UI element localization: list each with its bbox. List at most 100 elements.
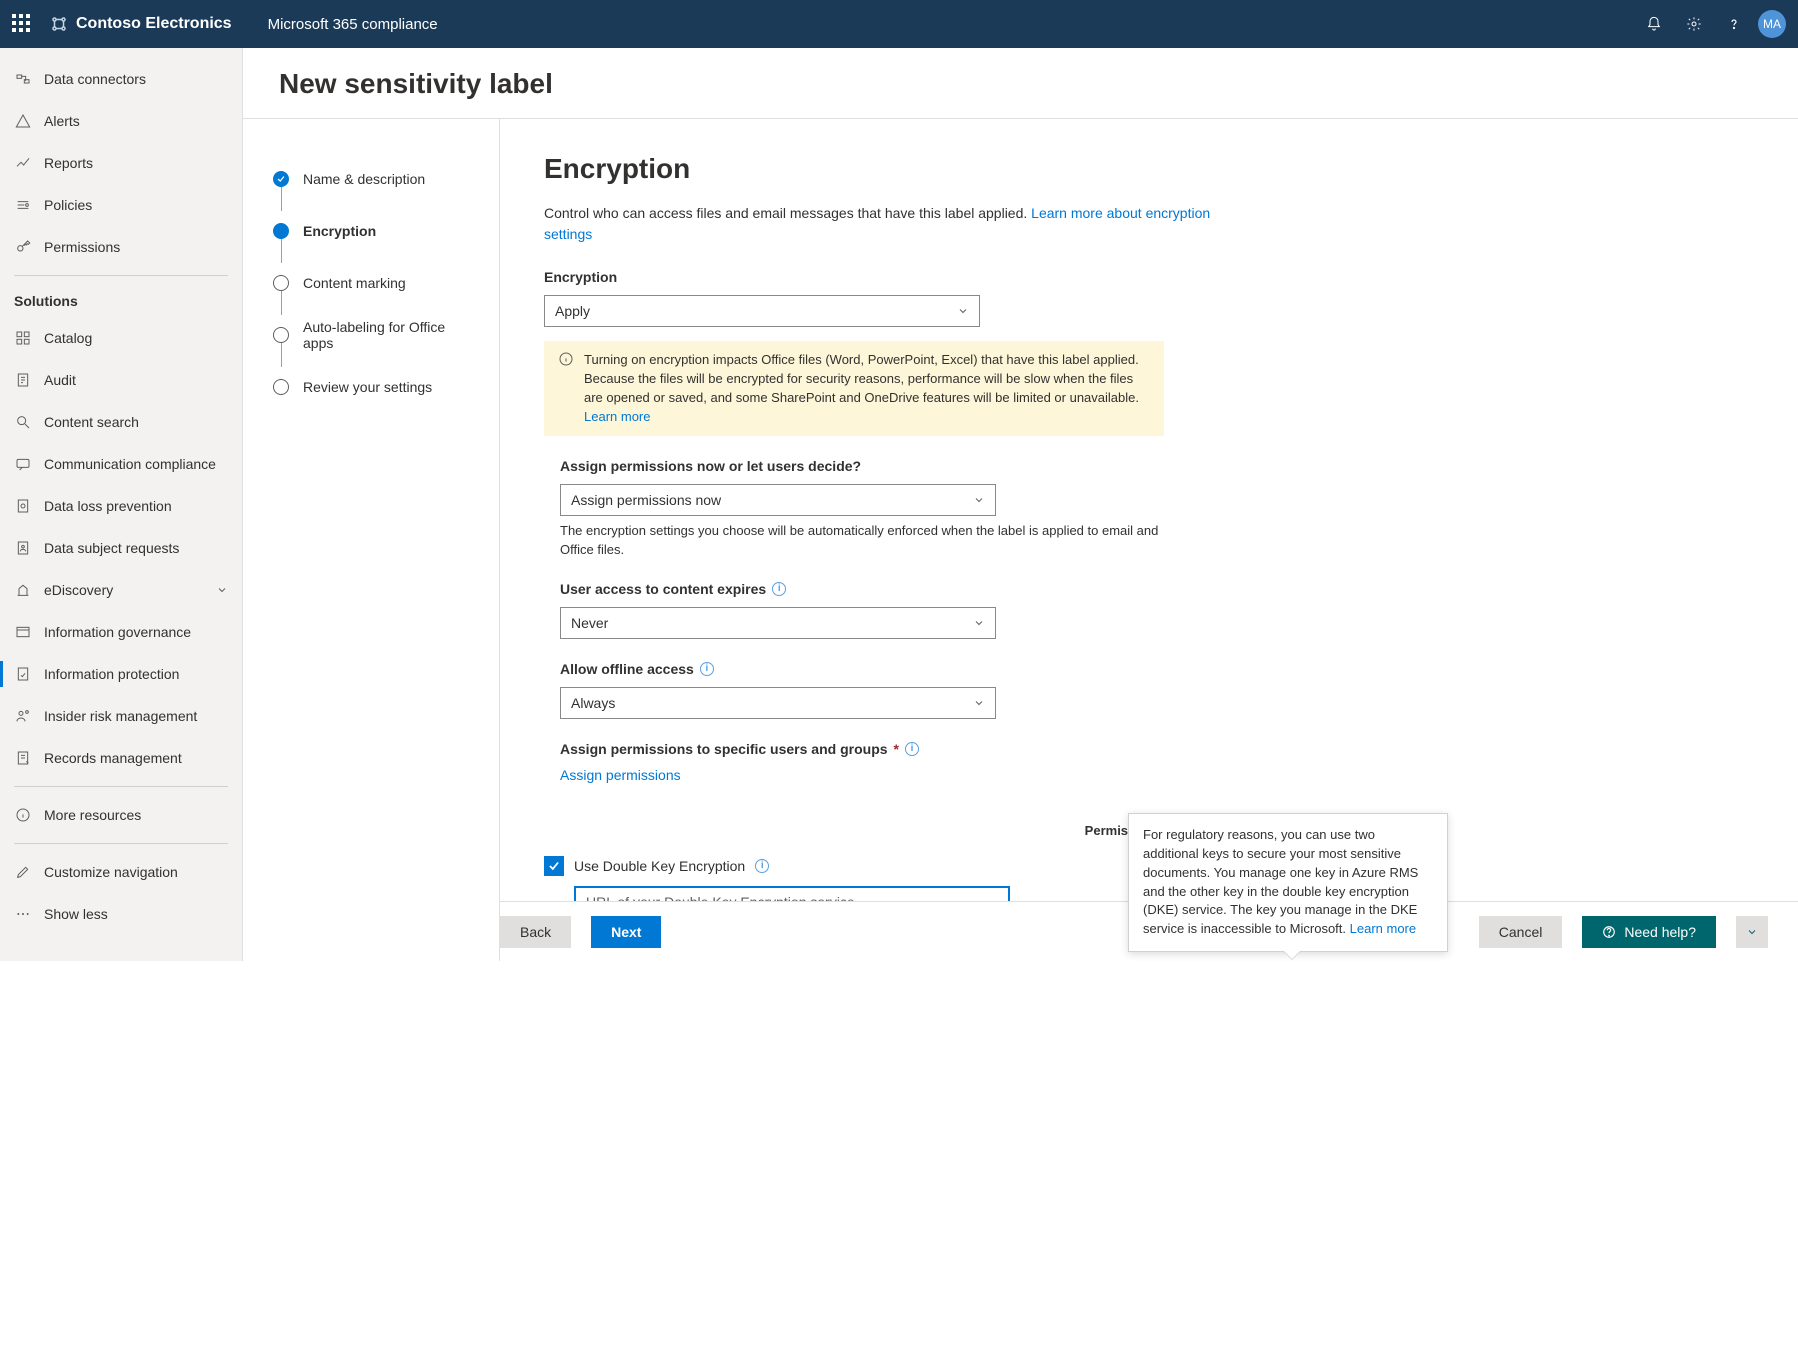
select-value: Never (571, 615, 608, 631)
step-content-marking[interactable]: Content marking (273, 257, 479, 309)
label-offline: Allow offline access i (560, 661, 1244, 677)
need-help-button[interactable]: Need help? (1582, 916, 1716, 948)
settings-icon[interactable] (1674, 0, 1714, 48)
expires-select[interactable]: Never (560, 607, 996, 639)
nav-records[interactable]: Records management (0, 737, 242, 779)
user-avatar[interactable]: MA (1758, 10, 1786, 38)
assign-permissions-link[interactable]: Assign permissions (560, 767, 681, 783)
brand-name[interactable]: Contoso Electronics (76, 15, 232, 33)
next-button[interactable]: Next (591, 916, 661, 948)
help-icon (1602, 925, 1616, 939)
chevron-down-icon (957, 305, 969, 317)
info-icon (558, 351, 574, 426)
info-text: Turning on encryption impacts Office fil… (584, 351, 1150, 426)
nav-insider-risk[interactable]: Insider risk management (0, 695, 242, 737)
info-icon[interactable]: i (905, 742, 919, 756)
alerts-icon (14, 112, 32, 130)
nav-label: Content search (44, 414, 139, 430)
back-button[interactable]: Back (500, 916, 571, 948)
nav-customize[interactable]: Customize navigation (0, 851, 242, 893)
chevron-down-icon (973, 617, 985, 629)
nav-show-less[interactable]: Show less (0, 893, 242, 935)
app-name[interactable]: Microsoft 365 compliance (268, 16, 438, 33)
label-assign-perm: Assign permissions to specific users and… (560, 741, 1244, 757)
nav-label: Data connectors (44, 71, 146, 87)
nav-label: Customize navigation (44, 864, 178, 880)
nav-label: Data subject requests (44, 540, 179, 556)
reports-icon (14, 154, 32, 172)
step-encryption[interactable]: Encryption (273, 205, 479, 257)
assign-mode-select[interactable]: Assign permissions now (560, 484, 996, 516)
step-review[interactable]: Review your settings (273, 361, 479, 413)
edit-icon (14, 863, 32, 881)
cancel-button[interactable]: Cancel (1479, 916, 1563, 948)
step-label: Encryption (303, 223, 376, 239)
nav-reports[interactable]: Reports (0, 142, 242, 184)
info-icon[interactable]: i (755, 859, 769, 873)
step-label: Auto-labeling for Office apps (303, 319, 479, 351)
assign-help-text: The encryption settings you choose will … (560, 522, 1180, 558)
info-icon[interactable]: i (772, 582, 786, 596)
label-encryption: Encryption (544, 269, 1244, 285)
nav-label: Show less (44, 906, 108, 922)
content-area: New sensitivity label Name & description… (243, 48, 1798, 961)
info-icon[interactable]: i (700, 662, 714, 676)
brand-icon (50, 15, 68, 33)
nav-label: eDiscovery (44, 582, 113, 598)
governance-icon (14, 623, 32, 641)
step-dot-done-icon (273, 171, 289, 187)
nav-audit[interactable]: Audit (0, 359, 242, 401)
nav-dsr[interactable]: Data subject requests (0, 527, 242, 569)
step-auto-labeling[interactable]: Auto-labeling for Office apps (273, 309, 479, 361)
nav-label: Catalog (44, 330, 92, 346)
help-icon[interactable] (1714, 0, 1754, 48)
label-assign-mode: Assign permissions now or let users deci… (560, 458, 1244, 474)
nav-dlp[interactable]: Data loss prevention (0, 485, 242, 527)
step-dot-icon (273, 327, 289, 343)
dke-tooltip: For regulatory reasons, you can use two … (1128, 813, 1448, 952)
audit-icon (14, 371, 32, 389)
nav-comm-compliance[interactable]: Communication compliance (0, 443, 242, 485)
info-icon (14, 806, 32, 824)
nav-label: Audit (44, 372, 76, 388)
page-title: New sensitivity label (243, 48, 1798, 118)
chevron-down-icon (973, 494, 985, 506)
encryption-select[interactable]: Apply (544, 295, 980, 327)
insider-icon (14, 707, 32, 725)
ediscovery-icon (14, 581, 32, 599)
notifications-icon[interactable] (1634, 0, 1674, 48)
chevron-down-icon (973, 697, 985, 709)
step-dot-icon (273, 379, 289, 395)
nav-label: Information governance (44, 624, 191, 640)
app-header: Contoso Electronics Microsoft 365 compli… (0, 0, 1798, 48)
ellipsis-icon (14, 905, 32, 923)
nav-catalog[interactable]: Catalog (0, 317, 242, 359)
dke-label: Use Double Key Encryption (574, 858, 745, 874)
nav-label: Communication compliance (44, 456, 216, 472)
catalog-icon (14, 329, 32, 347)
nav-label: More resources (44, 807, 141, 823)
select-value: Apply (555, 303, 590, 319)
select-value: Assign permissions now (571, 492, 721, 508)
app-launcher-icon[interactable] (12, 14, 32, 34)
step-dot-current-icon (273, 223, 289, 239)
nav-label: Insider risk management (44, 708, 197, 724)
nav-content-search[interactable]: Content search (0, 401, 242, 443)
nav-info-protection[interactable]: Information protection (0, 653, 242, 695)
nav-info-governance[interactable]: Information governance (0, 611, 242, 653)
dke-checkbox[interactable] (544, 856, 564, 876)
nav-data-connectors[interactable]: Data connectors (0, 58, 242, 100)
dlp-icon (14, 497, 32, 515)
nav-label: Alerts (44, 113, 80, 129)
nav-more-resources[interactable]: More resources (0, 794, 242, 836)
infobar-learn-more-link[interactable]: Learn more (584, 409, 650, 424)
step-name-description[interactable]: Name & description (273, 153, 479, 205)
help-expand-button[interactable] (1736, 916, 1768, 948)
tooltip-learn-more-link[interactable]: Learn more (1350, 921, 1416, 936)
nav-policies[interactable]: Policies (0, 184, 242, 226)
connectors-icon (14, 70, 32, 88)
nav-permissions[interactable]: Permissions (0, 226, 242, 268)
nav-alerts[interactable]: Alerts (0, 100, 242, 142)
offline-select[interactable]: Always (560, 687, 996, 719)
nav-ediscovery[interactable]: eDiscovery (0, 569, 242, 611)
